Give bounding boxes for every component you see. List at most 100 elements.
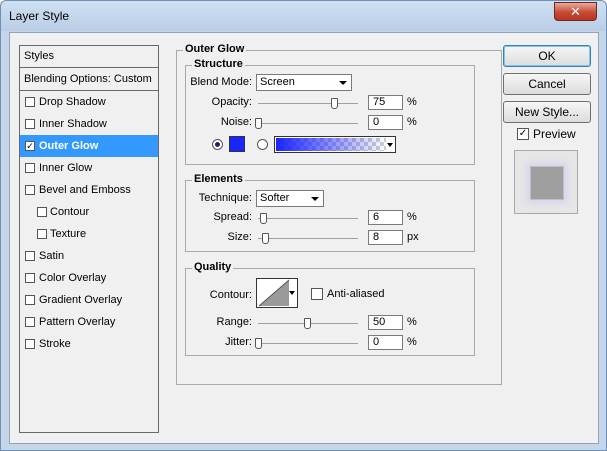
technique-value: Softer xyxy=(260,192,290,204)
size-slider[interactable] xyxy=(258,238,358,239)
checkbox[interactable] xyxy=(25,185,35,195)
close-button[interactable]: ✕ xyxy=(554,2,597,21)
gradient-radio[interactable] xyxy=(257,139,268,150)
blending-options-item[interactable]: Blending Options: Custom xyxy=(20,68,158,91)
size-unit: px xyxy=(407,231,419,243)
style-item-drop-shadow[interactable]: Drop Shadow xyxy=(20,91,158,113)
opacity-slider[interactable] xyxy=(258,103,358,104)
checkbox[interactable] xyxy=(25,295,35,305)
chevron-down-icon xyxy=(289,291,295,295)
opacity-unit: % xyxy=(407,96,417,108)
style-item-label: Bevel and Emboss xyxy=(39,184,131,196)
elements-group: Elements Technique: Softer Spread: 6 % S… xyxy=(185,173,475,252)
contour-curve-icon xyxy=(258,279,290,307)
checkbox[interactable] xyxy=(25,119,35,129)
chevron-down-icon xyxy=(387,143,393,147)
range-input[interactable]: 50 xyxy=(368,315,403,330)
range-label: Range: xyxy=(216,316,252,328)
style-item-bevel-emboss[interactable]: Bevel and Emboss xyxy=(20,179,158,201)
size-slider-thumb[interactable] xyxy=(262,233,269,244)
anti-aliased-checkbox[interactable] xyxy=(311,288,323,300)
checkbox[interactable] xyxy=(25,97,35,107)
style-item-label: Pattern Overlay xyxy=(39,316,116,328)
dialog-body: Styles Blending Options: Custom Drop Sha… xyxy=(9,32,599,444)
jitter-slider-thumb[interactable] xyxy=(255,338,262,349)
style-item-label: Stroke xyxy=(39,338,71,350)
noise-input[interactable]: 0 xyxy=(368,115,403,130)
anti-aliased-label: Anti-aliased xyxy=(327,288,385,300)
contour-picker[interactable] xyxy=(256,278,298,308)
style-item-contour[interactable]: Contour xyxy=(20,201,158,223)
style-item-label: Satin xyxy=(39,250,65,262)
checkbox[interactable] xyxy=(25,251,35,261)
technique-select[interactable]: Softer xyxy=(256,190,324,207)
ok-button[interactable]: OK xyxy=(503,45,591,67)
opacity-label: Opacity: xyxy=(211,96,252,108)
spread-input[interactable]: 6 xyxy=(368,210,403,225)
size-input[interactable]: 8 xyxy=(368,230,403,245)
new-style-button[interactable]: New Style... xyxy=(503,101,591,123)
cancel-button[interactable]: Cancel xyxy=(503,73,591,95)
blend-mode-select[interactable]: Screen xyxy=(256,74,352,91)
styles-header[interactable]: Styles xyxy=(20,46,158,68)
panel-title: Outer Glow xyxy=(183,43,247,55)
checkbox[interactable] xyxy=(25,317,35,327)
style-item-gradient-overlay[interactable]: Gradient Overlay xyxy=(20,289,158,311)
solid-color-radio[interactable] xyxy=(212,139,223,150)
title-bar[interactable]: Layer Style ✕ xyxy=(1,1,606,31)
jitter-unit: % xyxy=(407,336,417,348)
window-title: Layer Style xyxy=(9,9,70,23)
style-item-label: Inner Glow xyxy=(39,162,93,174)
style-item-label: Drop Shadow xyxy=(39,96,106,108)
preview-glow-shape xyxy=(530,166,564,200)
noise-slider-thumb[interactable] xyxy=(255,118,262,129)
jitter-input[interactable]: 0 xyxy=(368,335,403,350)
noise-label: Noise: xyxy=(220,116,252,128)
structure-title: Structure xyxy=(192,58,245,70)
structure-group: Structure Blend Mode: Screen Opacity: 75… xyxy=(185,58,475,165)
style-item-inner-shadow[interactable]: Inner Shadow xyxy=(20,113,158,135)
noise-unit: % xyxy=(407,116,417,128)
jitter-slider[interactable] xyxy=(258,343,358,344)
noise-slider[interactable] xyxy=(258,123,358,124)
preview-label: Preview xyxy=(533,127,576,141)
contour-label: Contour: xyxy=(209,289,252,301)
blend-mode-label: Blend Mode: xyxy=(190,76,252,88)
style-item-label: Color Overlay xyxy=(39,272,107,284)
checkbox[interactable]: ✓ xyxy=(25,141,35,151)
style-item-outer-glow[interactable]: ✓ Outer Glow xyxy=(20,135,158,157)
layer-style-dialog: Layer Style ✕ Styles Blending Options: C… xyxy=(0,0,607,451)
checkbox[interactable] xyxy=(37,229,47,239)
spread-unit: % xyxy=(407,211,417,223)
spread-slider-thumb[interactable] xyxy=(260,213,267,224)
checkbox[interactable] xyxy=(25,163,35,173)
style-item-label: Contour xyxy=(50,206,90,218)
style-item-label: Texture xyxy=(50,228,87,240)
checkbox[interactable] xyxy=(37,207,47,217)
style-item-stroke[interactable]: Stroke xyxy=(20,333,158,355)
glow-color-swatch[interactable] xyxy=(229,136,245,152)
checkbox[interactable] xyxy=(25,273,35,283)
quality-group: Quality Contour: Anti-aliased Range: 50 … xyxy=(185,261,475,356)
technique-label: Technique: xyxy=(198,192,252,204)
blend-mode-value: Screen xyxy=(260,76,295,88)
style-item-pattern-overlay[interactable]: Pattern Overlay xyxy=(20,311,158,333)
preview-thumbnail xyxy=(514,150,578,214)
spread-label: Spread: xyxy=(213,211,252,223)
opacity-input[interactable]: 75 xyxy=(368,95,403,110)
elements-title: Elements xyxy=(192,173,245,185)
spread-slider[interactable] xyxy=(258,218,358,219)
gradient-picker[interactable] xyxy=(274,136,396,153)
style-item-texture[interactable]: Texture xyxy=(20,223,158,245)
preview-checkbox[interactable]: ✓ xyxy=(517,128,529,140)
opacity-slider-thumb[interactable] xyxy=(331,98,338,109)
checkbox[interactable] xyxy=(25,339,35,349)
style-item-satin[interactable]: Satin xyxy=(20,245,158,267)
quality-title: Quality xyxy=(192,261,234,273)
style-item-color-overlay[interactable]: Color Overlay xyxy=(20,267,158,289)
gradient-preview xyxy=(276,138,386,151)
jitter-label: Jitter: xyxy=(225,336,252,348)
range-slider-thumb[interactable] xyxy=(304,318,311,329)
style-item-inner-glow[interactable]: Inner Glow xyxy=(20,157,158,179)
styles-list: Styles Blending Options: Custom Drop Sha… xyxy=(19,45,159,433)
